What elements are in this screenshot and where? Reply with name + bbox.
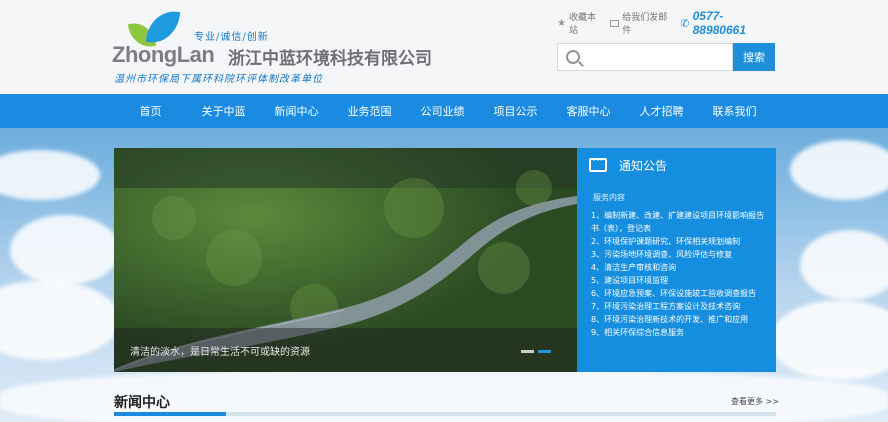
brand-name-cn: 浙江中蓝环境科技有限公司 <box>228 49 432 69</box>
search-icon <box>566 50 580 64</box>
cloud-decoration <box>0 280 120 360</box>
phone-number: 0577-88980661 <box>692 9 746 37</box>
notice-panel: 通知公告 服务内容 1、编制新建、改建、扩建建设项目环境影响报告书（表），登记表… <box>577 148 776 372</box>
nav-item-business[interactable]: 业务范围 <box>333 94 406 128</box>
notice-item[interactable]: 7、环境污染治理工程方案设计及技术咨询 <box>591 300 768 313</box>
company-logo[interactable]: 专业/诚信/创新 ZhongLan 浙江中蓝环境科技有限公司 温州市环保局下属环… <box>112 8 442 88</box>
notice-item[interactable]: 2、环境保护课题研究、环保相关规划编制 <box>591 235 768 248</box>
email-label: 给我们发邮件 <box>622 13 668 36</box>
mail-icon <box>610 19 620 27</box>
nav-items: 首页 关于中蓝 新闻中心 业务范围 公司业绩 项目公示 客服中心 人才招聘 联系… <box>114 94 774 128</box>
bookmark-label: 收藏本站 <box>568 13 596 36</box>
nav-item-contact[interactable]: 联系我们 <box>698 94 771 128</box>
news-section-title: 新闻中心 <box>114 395 170 411</box>
notice-item[interactable]: 3、污染场地环境调查、风险评估与修复 <box>591 248 768 261</box>
banner-section: 清洁的淡水，是日常生活不可或缺的资源 通知公告 服务内容 1、编制新建、改建、扩… <box>114 148 776 372</box>
banner-slideshow[interactable]: 清洁的淡水，是日常生活不可或缺的资源 <box>114 148 577 372</box>
news-more-link[interactable]: 查看更多 >> <box>731 396 779 407</box>
site-header: 专业/诚信/创新 ZhongLan 浙江中蓝环境科技有限公司 温州市环保局下属环… <box>0 0 888 94</box>
nav-item-service[interactable]: 客服中心 <box>552 94 625 128</box>
chat-bubble-icon <box>589 155 607 172</box>
nav-item-about[interactable]: 关于中蓝 <box>187 94 260 128</box>
search-box <box>557 43 733 71</box>
notice-item[interactable]: 1、编制新建、改建、扩建建设项目环境影响报告书（表），登记表 <box>591 209 768 235</box>
cloud-decoration <box>770 300 888 380</box>
search-button[interactable]: 搜索 <box>733 43 775 71</box>
cloud-decoration <box>790 140 888 200</box>
notice-item[interactable]: 4、清洁生产审核和咨询 <box>591 261 768 274</box>
leaf-blue-icon <box>145 8 181 46</box>
nav-item-achievements[interactable]: 公司业绩 <box>406 94 479 128</box>
notice-item[interactable]: 5、建设项目环境监理 <box>591 274 768 287</box>
cloud-decoration <box>0 150 100 200</box>
phone-info: ✆ 0577-88980661 <box>680 9 767 37</box>
email-link[interactable]: 给我们发邮件 <box>610 10 670 36</box>
nav-item-jobs[interactable]: 人才招聘 <box>625 94 698 128</box>
banner-caption: 清洁的淡水，是日常生活不可或缺的资源 <box>130 346 310 358</box>
cloud-decoration <box>800 230 888 300</box>
notice-title: 通知公告 <box>619 158 668 173</box>
notice-subtitle: 服务内容 <box>593 193 625 202</box>
brand-name-en: ZhongLan <box>112 42 215 67</box>
news-divider <box>114 412 776 416</box>
notice-item[interactable]: 8、环境污染治理新技术的开发、推广和应用 <box>591 313 768 326</box>
news-divider-accent <box>114 412 226 416</box>
search-input[interactable] <box>586 45 726 69</box>
main-nav: 首页 关于中蓝 新闻中心 业务范围 公司业绩 项目公示 客服中心 人才招聘 联系… <box>0 94 888 128</box>
nav-item-home[interactable]: 首页 <box>114 94 187 128</box>
notice-item[interactable]: 9、相关环保综合信息服务 <box>591 326 768 339</box>
nav-item-news[interactable]: 新闻中心 <box>260 94 333 128</box>
cloud-decoration <box>10 215 120 285</box>
notice-item[interactable]: 6、环境应急预案、环保设施竣工验收调查报告 <box>591 287 768 300</box>
top-links: ★ 收藏本站 给我们发邮件 ✆ 0577-88980661 <box>557 9 777 37</box>
slide-dot-active[interactable] <box>538 350 551 353</box>
logo-sub-slogan: 温州市环保局下属环科院环评体制改革单位 <box>114 74 323 85</box>
logo-slogan: 专业/诚信/创新 <box>194 32 269 43</box>
star-icon: ★ <box>557 17 566 29</box>
phone-icon: ✆ <box>680 16 690 30</box>
nav-item-project-notice[interactable]: 项目公示 <box>479 94 552 128</box>
bookmark-link[interactable]: ★ 收藏本站 <box>557 10 600 36</box>
notice-header: 通知公告 <box>577 148 776 182</box>
slide-indicators <box>521 350 551 353</box>
notice-list: 1、编制新建、改建、扩建建设项目环境影响报告书（表），登记表 2、环境保护课题研… <box>577 209 776 339</box>
caption-bar: 清洁的淡水，是日常生活不可或缺的资源 <box>114 328 577 372</box>
slide-dot[interactable] <box>521 350 534 353</box>
